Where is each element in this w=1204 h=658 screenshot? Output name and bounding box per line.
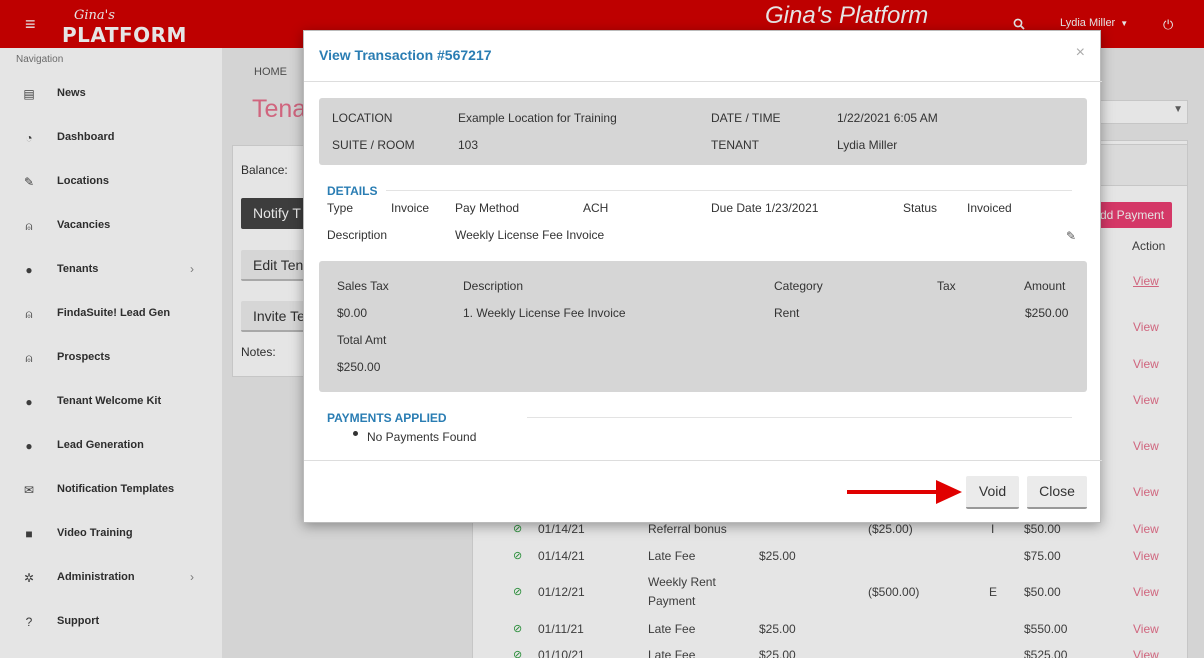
- status-value: Invoiced: [967, 201, 1012, 215]
- view-transaction-modal: View Transaction #567217 × LOCATION Exam…: [303, 30, 1102, 523]
- col-description-header: Description: [463, 279, 524, 293]
- type-value: Invoice: [391, 201, 430, 215]
- description-label: Description: [327, 228, 388, 242]
- payments-section-title: PAYMENTS APPLIED: [327, 411, 447, 425]
- annotation-arrow-shaft: [847, 490, 942, 494]
- suite-label: SUITE / ROOM: [332, 138, 415, 152]
- total-amount-label: Total Amt: [337, 333, 387, 347]
- modal-title: View Transaction #567217: [319, 47, 492, 63]
- details-section-title: DETAILS: [327, 184, 378, 198]
- pay-method-label: Pay Method: [455, 201, 520, 215]
- details-divider: [386, 190, 1072, 191]
- payments-divider: [527, 417, 1072, 418]
- description-value: Weekly License Fee Invoice: [455, 228, 605, 242]
- line-item-description: 1. Weekly License Fee Invoice: [463, 306, 626, 320]
- datetime-value: 1/22/2021 6:05 AM: [837, 111, 938, 125]
- line-items-box: Sales Tax $0.00 Total Amt $250.00 Descri…: [319, 261, 1087, 392]
- close-button[interactable]: Close: [1027, 476, 1087, 509]
- annotation-arrow-head: [936, 480, 962, 504]
- modal-header-divider: [304, 81, 1102, 82]
- line-item-amount: $250.00: [1025, 306, 1069, 320]
- col-tax-header: Tax: [937, 279, 956, 293]
- void-button[interactable]: Void: [966, 476, 1019, 509]
- col-amount-header: Amount: [1024, 279, 1066, 293]
- close-icon[interactable]: ×: [1076, 44, 1085, 62]
- tenant-value: Lydia Miller: [837, 138, 898, 152]
- total-amount-value: $250.00: [337, 360, 381, 374]
- sales-tax-label: Sales Tax: [337, 279, 389, 293]
- location-label: LOCATION: [332, 111, 393, 125]
- no-payments-text: No Payments Found: [367, 430, 477, 444]
- list-bullet: [353, 431, 358, 436]
- edit-icon[interactable]: ✎: [1066, 229, 1076, 243]
- status-label: Status: [903, 201, 938, 215]
- pay-method-value: ACH: [583, 201, 609, 215]
- col-category-header: Category: [774, 279, 823, 293]
- suite-value: 103: [458, 138, 479, 152]
- tenant-label: TENANT: [711, 138, 759, 152]
- sales-tax-value: $0.00: [337, 306, 368, 320]
- location-value: Example Location for Training: [458, 111, 617, 125]
- modal-footer-divider: [304, 460, 1102, 461]
- datetime-label: DATE / TIME: [711, 111, 781, 125]
- type-label: Type: [327, 201, 354, 215]
- line-item-category: Rent: [774, 306, 800, 320]
- transaction-info-box: LOCATION Example Location for Training D…: [319, 98, 1087, 165]
- due-date: Due Date 1/23/2021: [711, 201, 819, 215]
